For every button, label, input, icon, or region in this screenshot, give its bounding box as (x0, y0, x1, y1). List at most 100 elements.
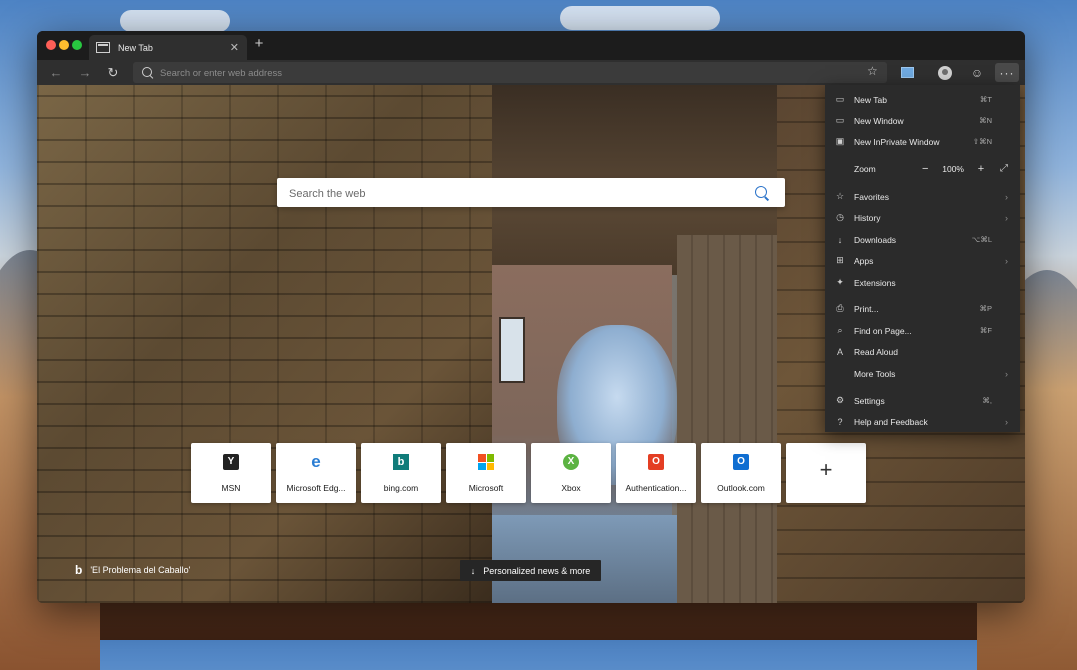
menu-item-label: Zoom (854, 163, 876, 174)
edge-icon: e (311, 452, 321, 471)
menu-item-label: Settings (854, 395, 885, 406)
personalized-news-label: Personalized news & more (483, 565, 591, 576)
profile-avatar-icon[interactable] (935, 63, 955, 82)
collections-icon[interactable] (897, 63, 917, 82)
reload-button[interactable]: ↻ (104, 64, 122, 81)
chevron-right-icon: › (1005, 416, 1008, 427)
background-window (499, 317, 525, 383)
arrow-down-icon: ↓ (470, 565, 476, 576)
tile-outlook[interactable]: O Outlook.com (701, 443, 781, 503)
settings-menu: ▭ New Tab ⌘T ▭ New Window ⌘N ▣ New InPri… (825, 85, 1020, 432)
new-tab-icon: ▭ (835, 94, 845, 104)
address-input[interactable] (158, 62, 782, 85)
download-icon: ↓ (837, 234, 843, 245)
menu-item-find-on-page[interactable]: ⌕ Find on Page... ⌘F (825, 320, 1020, 341)
inprivate-icon: ▣ (835, 136, 845, 146)
search-icon[interactable] (755, 186, 767, 198)
chevron-right-icon: › (1005, 368, 1008, 379)
menu-item-shortcut: ⌘F (979, 326, 992, 335)
tile-microsoft-edge[interactable]: e Microsoft Edg... (276, 443, 356, 503)
chevron-right-icon: › (1005, 212, 1008, 223)
cloud (120, 10, 230, 32)
fullscreen-icon[interactable]: ⤢ (1000, 163, 1008, 174)
favorite-star-icon[interactable]: ☆ (867, 64, 878, 78)
background-door (677, 235, 777, 603)
apps-icon: ⊞ (836, 255, 844, 265)
chevron-right-icon: › (1005, 191, 1008, 202)
chevron-right-icon: › (1005, 255, 1008, 266)
minimize-window-button[interactable] (59, 40, 69, 50)
zoom-in-button[interactable]: + (974, 163, 988, 175)
printer-icon: ⎙ (836, 303, 844, 313)
settings-more-button[interactable]: ··· (995, 63, 1019, 82)
menu-item-help-feedback[interactable]: ? Help and Feedback › (825, 411, 1020, 432)
menu-item-label: New Tab (854, 94, 887, 105)
tile-microsoft[interactable]: Microsoft (446, 443, 526, 503)
tile-label: Microsoft Edg... (286, 483, 346, 493)
menu-item-downloads[interactable]: ↓ Downloads ⌥⌘L (825, 229, 1020, 250)
tile-label: bing.com (383, 483, 419, 493)
tile-bing[interactable]: b bing.com (361, 443, 441, 503)
add-site-button[interactable]: + (786, 443, 866, 503)
menu-item-new-inprivate-window[interactable]: ▣ New InPrivate Window ⇧⌘N (825, 131, 1020, 152)
search-icon (142, 67, 152, 77)
new-tab-page-icon (96, 42, 110, 53)
zoom-level: 100% (942, 163, 964, 174)
history-icon: ◷ (836, 212, 844, 222)
star-icon: ☆ (835, 191, 845, 201)
new-tab-button[interactable]: + (250, 35, 268, 52)
menu-item-label: Extensions (854, 277, 896, 288)
menu-item-new-tab[interactable]: ▭ New Tab ⌘T (825, 89, 1020, 110)
plus-icon: + (819, 457, 833, 482)
read-aloud-icon: A (836, 346, 843, 357)
bing-icon: b (393, 454, 409, 470)
help-icon: ? (837, 416, 843, 427)
menu-item-history[interactable]: ◷ History › (825, 207, 1020, 228)
menu-item-label: Print... (854, 303, 879, 314)
address-bar[interactable] (133, 62, 887, 85)
tile-msn[interactable]: Y MSN (191, 443, 271, 503)
menu-item-more-tools[interactable]: More Tools › (825, 363, 1020, 384)
tab-new-tab[interactable]: New Tab ✕ (89, 35, 247, 60)
menu-item-label: New Window (854, 115, 904, 126)
outlook-icon: O (733, 454, 749, 470)
bing-logo-icon: b (75, 563, 83, 577)
zoom-out-button[interactable]: − (918, 163, 932, 175)
puzzle-icon: ✦ (836, 277, 844, 287)
new-window-icon: ▭ (835, 115, 845, 125)
menu-item-new-window[interactable]: ▭ New Window ⌘N (825, 110, 1020, 131)
tile-authentication[interactable]: O Authentication... (616, 443, 696, 503)
web-search-input[interactable] (287, 178, 741, 209)
forward-button[interactable]: → (76, 64, 94, 81)
personalized-news-button[interactable]: ↓ Personalized news & more (460, 560, 601, 581)
image-credit[interactable]: b 'El Problema del Caballo' (75, 563, 190, 577)
tile-label: Authentication... (625, 483, 687, 493)
tab-title: New Tab (118, 42, 153, 53)
msn-icon: Y (223, 454, 239, 470)
menu-item-apps[interactable]: ⊞ Apps › (825, 250, 1020, 271)
xbox-icon: X (563, 454, 579, 470)
menu-item-settings[interactable]: ⚙ Settings ⌘, (825, 390, 1020, 411)
menu-item-shortcut: ⇧⌘N (972, 137, 992, 146)
back-button[interactable]: ← (47, 64, 65, 81)
cloud (560, 6, 720, 30)
menu-item-label: Find on Page... (854, 325, 912, 336)
tile-label: Xbox (561, 483, 581, 493)
menu-item-label: Help and Feedback (854, 416, 928, 427)
close-tab-icon[interactable]: ✕ (230, 41, 239, 54)
close-window-button[interactable] (46, 40, 56, 50)
menu-item-read-aloud[interactable]: A Read Aloud (825, 341, 1020, 362)
menu-item-favorites[interactable]: ☆ Favorites › (825, 186, 1020, 207)
web-search-box[interactable] (277, 178, 785, 209)
tile-label: Outlook.com (717, 483, 765, 493)
menu-item-label: New InPrivate Window (854, 136, 940, 147)
menu-item-shortcut: ⌘N (979, 116, 992, 125)
menu-item-extensions[interactable]: ✦ Extensions (825, 272, 1020, 293)
maximize-window-button[interactable] (72, 40, 82, 50)
menu-item-label: Favorites (854, 191, 889, 202)
feedback-smiley-icon[interactable]: ☺ (967, 63, 987, 82)
tile-xbox[interactable]: X Xbox (531, 443, 611, 503)
menu-item-shortcut: ⌘T (979, 95, 992, 104)
menu-item-print[interactable]: ⎙ Print... ⌘P (825, 298, 1020, 319)
menu-item-label: Read Aloud (854, 346, 898, 357)
